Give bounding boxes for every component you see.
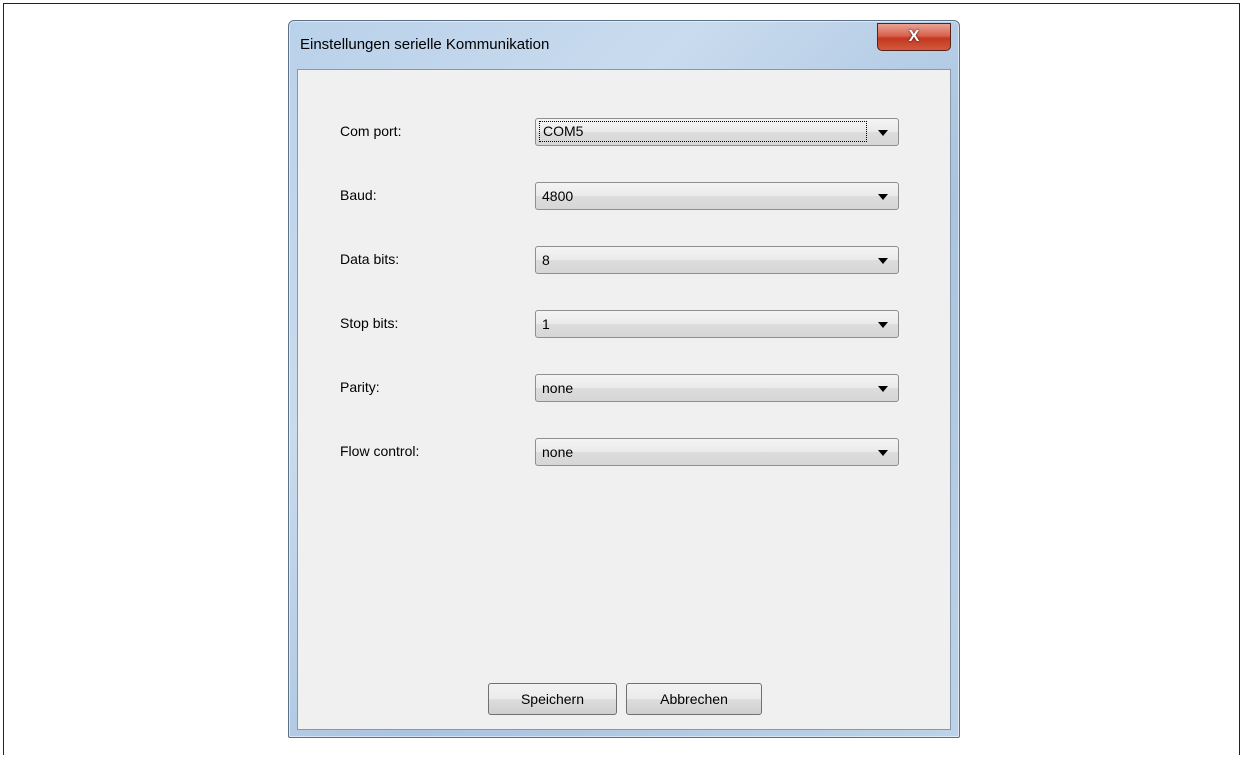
chevron-down-icon — [878, 450, 888, 456]
chevron-down-icon — [878, 130, 888, 136]
chevron-down-icon — [878, 322, 888, 328]
save-button[interactable]: Speichern — [488, 683, 617, 715]
flow-control-select[interactable]: none — [535, 438, 899, 466]
com-port-value: COM5 — [539, 121, 867, 142]
data-bits-label: Data bits: — [340, 251, 400, 267]
com-port-select[interactable]: COM5 — [535, 118, 899, 146]
com-port-label: Com port: — [340, 123, 402, 139]
stop-bits-value: 1 — [542, 316, 550, 332]
parity-label: Parity: — [340, 379, 380, 395]
cancel-button[interactable]: Abbrechen — [626, 683, 762, 715]
stop-bits-select[interactable]: 1 — [535, 310, 899, 338]
title-bar[interactable]: Einstellungen serielle Kommunikation X — [289, 21, 959, 71]
serial-settings-dialog: Einstellungen serielle Kommunikation X C… — [288, 20, 960, 738]
parity-select[interactable]: none — [535, 374, 899, 402]
flow-control-value: none — [542, 444, 574, 460]
baud-label: Baud: — [340, 187, 377, 203]
baud-value: 4800 — [542, 188, 574, 204]
data-bits-value: 8 — [542, 252, 550, 268]
chevron-down-icon — [878, 194, 888, 200]
chevron-down-icon — [878, 386, 888, 392]
close-button[interactable]: X — [877, 23, 951, 51]
flow-control-label: Flow control: — [340, 443, 420, 459]
baud-select[interactable]: 4800 — [535, 182, 899, 210]
stop-bits-label: Stop bits: — [340, 315, 399, 331]
data-bits-select[interactable]: 8 — [535, 246, 899, 274]
dialog-client-area: Com port: COM5 Baud: 4800 Data bits: 8 S… — [297, 69, 951, 730]
close-icon: X — [908, 28, 920, 45]
parity-value: none — [542, 380, 574, 396]
chevron-down-icon — [878, 258, 888, 264]
window-title: Einstellungen serielle Kommunikation — [300, 36, 550, 53]
